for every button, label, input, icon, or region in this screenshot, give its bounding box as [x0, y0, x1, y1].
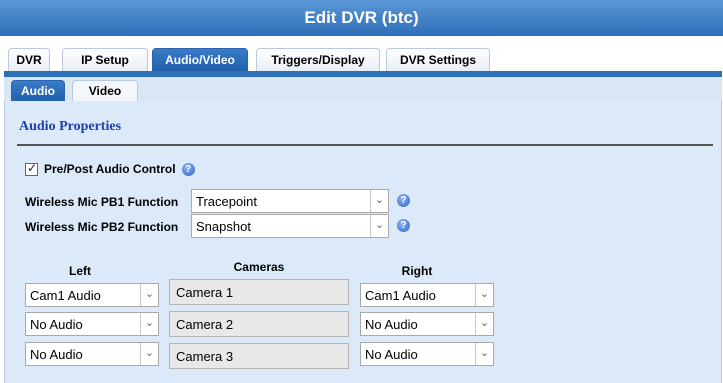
pb1-label: Wireless Mic PB1 Function [25, 195, 179, 209]
tab-audio-video[interactable]: Audio/Video [152, 48, 248, 72]
tab-ip-setup[interactable]: IP Setup [62, 48, 148, 72]
chevron-down-icon: ⌄ [475, 284, 493, 306]
camera-name-2: Camera 2 [169, 311, 349, 337]
section-divider [17, 144, 713, 146]
left-audio-select-2[interactable]: No Audio ⌄ [25, 312, 159, 336]
left-audio-value-1: Cam1 Audio [30, 288, 101, 303]
prepost-audio-checkbox[interactable] [25, 161, 38, 176]
prepost-audio-label: Pre/Post Audio Control [44, 162, 176, 176]
subtab-video[interactable]: Video [72, 80, 138, 102]
left-audio-value-3: No Audio [30, 347, 83, 362]
sub-tab-bar: Audio Video [4, 77, 722, 102]
cameras-column-header: Cameras [233, 260, 285, 274]
help-icon[interactable]: ? [397, 194, 410, 207]
pb1-select[interactable]: Tracepoint ⌄ [191, 189, 389, 213]
camera-name-3: Camera 3 [169, 343, 349, 369]
right-audio-value-3: No Audio [365, 347, 418, 362]
left-audio-value-2: No Audio [30, 317, 83, 332]
camera-name-1: Camera 1 [169, 279, 349, 305]
chevron-down-icon: ⌄ [370, 215, 388, 237]
prepost-audio-row: Pre/Post Audio Control ? [25, 161, 195, 177]
camera-label-3: Camera 3 [176, 349, 234, 364]
audio-properties-panel: Audio Properties Pre/Post Audio Control … [4, 101, 722, 383]
right-column-header: Right [401, 264, 433, 278]
right-audio-value-2: No Audio [365, 317, 418, 332]
main-tab-bar: DVR IP Setup Audio/Video Triggers/Displa… [0, 36, 723, 72]
camera-label-1: Camera 1 [176, 285, 234, 300]
dialog-title: Edit DVR (btc) [0, 0, 723, 36]
chevron-down-icon: ⌄ [370, 190, 388, 212]
tab-dvr[interactable]: DVR [8, 48, 50, 72]
section-title: Audio Properties [19, 119, 122, 134]
chevron-down-icon: ⌄ [140, 343, 158, 365]
right-audio-select-3[interactable]: No Audio ⌄ [360, 342, 494, 366]
chevron-down-icon: ⌄ [140, 284, 158, 306]
right-audio-value-1: Cam1 Audio [365, 288, 436, 303]
chevron-down-icon: ⌄ [140, 313, 158, 335]
pb1-value: Tracepoint [196, 194, 257, 209]
left-audio-select-1[interactable]: Cam1 Audio ⌄ [25, 283, 159, 307]
left-audio-select-3[interactable]: No Audio ⌄ [25, 342, 159, 366]
help-icon[interactable]: ? [397, 219, 410, 232]
right-audio-select-1[interactable]: Cam1 Audio ⌄ [360, 283, 494, 307]
tab-dvr-settings[interactable]: DVR Settings [386, 48, 490, 72]
camera-label-2: Camera 2 [176, 317, 234, 332]
tab-triggers-display[interactable]: Triggers/Display [256, 48, 380, 72]
help-icon[interactable]: ? [181, 162, 195, 176]
left-column-header: Left [69, 264, 91, 278]
chevron-down-icon: ⌄ [475, 343, 493, 365]
chevron-down-icon: ⌄ [475, 313, 493, 335]
pb2-label: Wireless Mic PB2 Function [25, 220, 179, 234]
pb2-select[interactable]: Snapshot ⌄ [191, 214, 389, 238]
pb2-value: Snapshot [196, 219, 251, 234]
right-audio-select-2[interactable]: No Audio ⌄ [360, 312, 494, 336]
subtab-audio[interactable]: Audio [11, 80, 65, 102]
